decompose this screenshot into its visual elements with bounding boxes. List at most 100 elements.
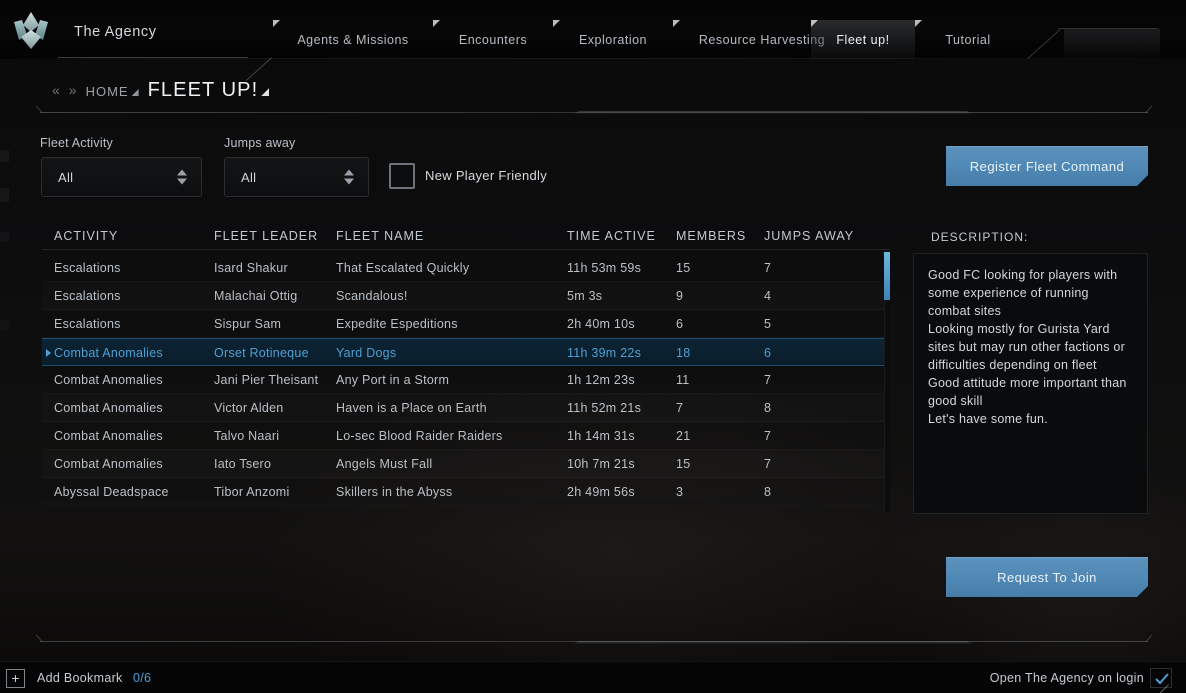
request-to-join-button[interactable]: Request To Join: [946, 557, 1148, 597]
table-row[interactable]: Escalations Malachai Ottig Scandalous! 5m 3…: [42, 282, 890, 310]
top-bar: The Agency Agents & Missions Encounters …: [0, 0, 1186, 59]
cell-members: 15: [676, 457, 691, 471]
edge-artifact: [0, 320, 9, 330]
nav-tab-label: Tutorial: [945, 32, 991, 47]
jumps-away-select[interactable]: All: [224, 157, 369, 197]
cell-leader: Isard Shakur: [214, 261, 288, 275]
nav-tab-fleet-up[interactable]: Fleet up!: [811, 20, 915, 59]
nav-tab-label: Agents & Missions: [297, 32, 409, 47]
breadcrumb-back-icon[interactable]: «: [52, 83, 60, 100]
cell-time: 1h 12m 23s: [567, 373, 635, 387]
cell-members: 7: [676, 401, 684, 415]
tab-corner-icon: [273, 20, 280, 27]
cell-name: Haven is a Place on Earth: [336, 401, 487, 415]
open-on-login-label: Open The Agency on login: [989, 671, 1144, 685]
tab-corner-icon: [673, 20, 680, 27]
fleet-activity-select[interactable]: All: [41, 157, 202, 197]
bookmark-count: 0/6: [133, 671, 152, 685]
cell-time: 11h 52m 21s: [567, 401, 642, 415]
page-title-label: FLEET UP!: [147, 79, 259, 101]
cell-name: Any Port in a Storm: [336, 373, 450, 387]
chevron-down-icon: [131, 89, 139, 96]
new-player-friendly-checkbox[interactable]: [389, 163, 415, 189]
description-line: Looking mostly for Gurista Yard sites bu…: [928, 322, 1126, 372]
table-scrollbar-thumb[interactable]: [884, 252, 890, 300]
agency-window: The Agency Agents & Missions Encounters …: [0, 0, 1186, 693]
top-bar-underline: [0, 58, 1186, 59]
description-line: Good FC looking for players with some ex…: [928, 268, 1118, 318]
column-header-fleet-name[interactable]: FLEET NAME: [336, 229, 424, 243]
new-player-friendly-label: New Player Friendly: [425, 168, 548, 183]
cell-name: Angels Must Fall: [336, 457, 433, 471]
stepper-arrows-icon[interactable]: [344, 169, 354, 185]
edge-artifact: [0, 232, 9, 242]
edge-artifact: [0, 188, 9, 202]
breadcrumb-forward-icon[interactable]: »: [69, 83, 77, 100]
cell-members: 3: [676, 485, 684, 499]
cell-activity: Combat Anomalies: [54, 401, 163, 415]
column-header-jumps-away[interactable]: JUMPS AWAY: [764, 229, 854, 243]
table-row[interactable]: Abyssal Deadspace Tibor Anzomi Skillers in…: [42, 478, 890, 506]
nav-right-fill: [1064, 29, 1160, 59]
cell-activity: Combat Anomalies: [54, 457, 163, 471]
table-body: Escalations Isard Shakur That Escalated Qu…: [42, 254, 890, 512]
request-to-join-label: Request To Join: [997, 569, 1097, 585]
row-selected-arrow-icon: [46, 349, 51, 357]
open-on-login-checkbox[interactable]: [1150, 668, 1172, 693]
brand-title: The Agency: [74, 24, 157, 40]
panel-top-border: [40, 111, 1148, 114]
nav-tab-label: Resource Harvesting: [698, 32, 826, 47]
cell-activity: Escalations: [54, 261, 121, 275]
cell-members: 9: [676, 289, 684, 303]
table-row[interactable]: Combat Anomalies Orset Rotineque Yard Dogs…: [42, 338, 890, 366]
cell-leader: Orset Rotineque: [214, 346, 309, 360]
cell-time: 5m 3s: [567, 289, 603, 303]
table-row[interactable]: Escalations Isard Shakur That Escalated Qu…: [42, 254, 890, 282]
column-header-time-active[interactable]: TIME ACTIVE: [567, 229, 656, 243]
tab-corner-icon: [553, 20, 560, 27]
cell-members: 18: [676, 346, 691, 360]
table-row[interactable]: Escalations Sispur Sam Expedite Espedition…: [42, 310, 890, 338]
cell-members: 11: [676, 373, 690, 387]
cell-name: That Escalated Quickly: [336, 261, 470, 275]
cell-jumps: 7: [764, 457, 772, 471]
table-header: ACTIVITY FLEET LEADER FLEET NAME TIME AC…: [42, 222, 890, 250]
column-header-activity[interactable]: ACTIVITY: [54, 229, 118, 243]
cell-leader: Sispur Sam: [214, 317, 282, 331]
fleet-table: ACTIVITY FLEET LEADER FLEET NAME TIME AC…: [42, 222, 890, 514]
jumps-away-value: All: [241, 169, 257, 185]
fleet-activity-label: Fleet Activity: [40, 136, 113, 150]
column-header-fleet-leader[interactable]: FLEET LEADER: [214, 229, 318, 243]
register-fleet-command-button[interactable]: Register Fleet Command: [946, 146, 1148, 186]
cell-leader: Tibor Anzomi: [214, 485, 290, 499]
table-row[interactable]: Combat Anomalies Iato Tsero Angels Must Fa…: [42, 450, 890, 478]
cell-activity: Escalations: [54, 317, 121, 331]
add-bookmark-button[interactable]: Add Bookmark: [37, 671, 123, 685]
fleet-activity-value: All: [58, 169, 74, 185]
cell-jumps: 7: [764, 373, 772, 387]
breadcrumb-home[interactable]: HOME: [86, 85, 139, 100]
cell-name: Lo-sec Blood Raider Raiders: [336, 429, 503, 443]
tab-corner-icon: [915, 20, 922, 27]
nav-right-decoration: [1028, 20, 1160, 59]
stepper-arrows-icon[interactable]: [177, 169, 187, 185]
tab-corner-icon: [811, 20, 818, 27]
cell-leader: Victor Alden: [214, 401, 284, 415]
breadcrumb: « » HOME FLEET UP!: [52, 70, 270, 100]
cell-time: 11h 53m 59s: [567, 261, 642, 275]
table-row[interactable]: Combat Anomalies Talvo Naari Lo-sec Blood …: [42, 422, 890, 450]
page-title[interactable]: FLEET UP!: [148, 80, 270, 100]
nav-tab-encounters[interactable]: Encounters: [433, 20, 553, 59]
cell-members: 15: [676, 261, 691, 275]
cell-jumps: 4: [764, 289, 772, 303]
column-header-members[interactable]: MEMBERS: [676, 229, 746, 243]
nav-tab-tutorial[interactable]: Tutorial: [915, 20, 1021, 59]
table-row[interactable]: Combat Anomalies Victor Alden Haven is a P…: [42, 394, 890, 422]
table-row[interactable]: Combat Anomalies Jani Pier Theisant Any Po…: [42, 366, 890, 394]
panel-bottom-nub: [573, 641, 973, 644]
add-bookmark-plus-icon[interactable]: +: [6, 669, 25, 688]
nav-tab-agents-missions[interactable]: Agents & Missions: [273, 20, 433, 59]
chevron-down-icon: [261, 88, 270, 96]
breadcrumb-home-label: HOME: [85, 84, 129, 99]
nav-tab-exploration[interactable]: Exploration: [553, 20, 673, 59]
